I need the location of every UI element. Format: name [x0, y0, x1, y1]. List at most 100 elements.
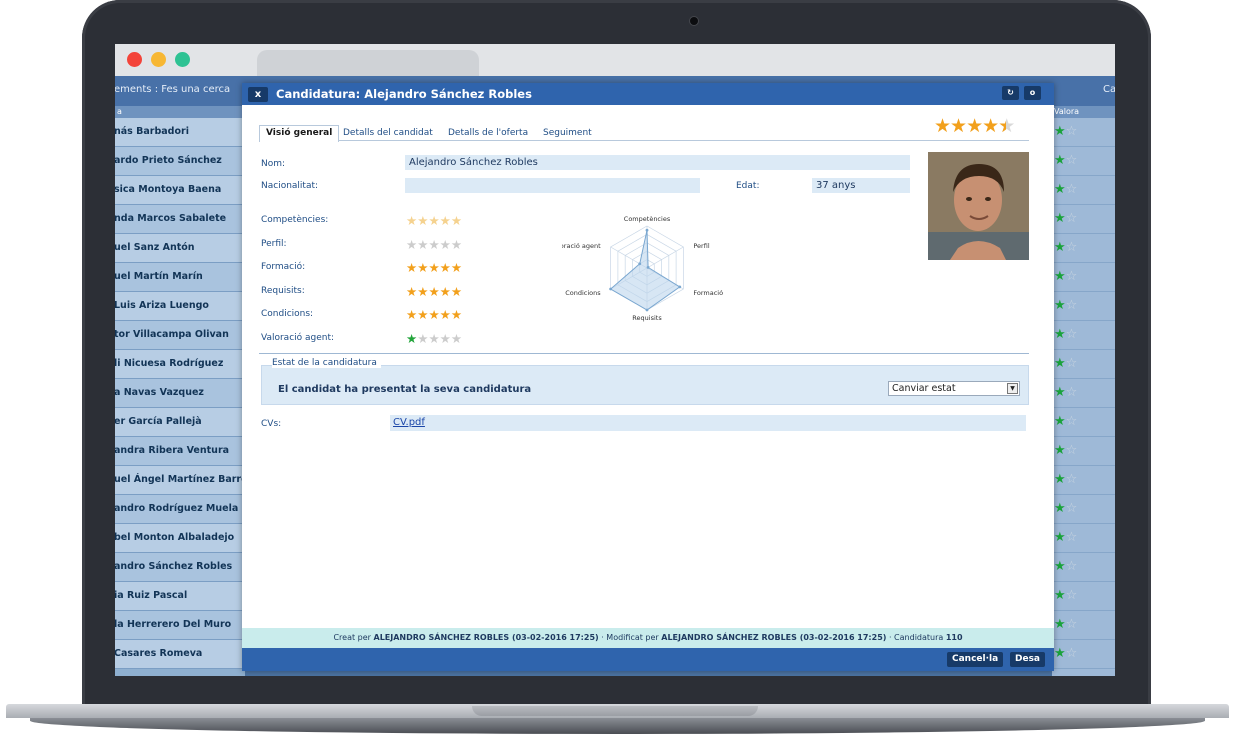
list-item[interactable]: andro Rodríguez Muela [115, 495, 245, 524]
star-icon[interactable]: ☆ [1066, 124, 1078, 139]
star-icon[interactable]: ★ [1054, 559, 1066, 574]
rating-column-header[interactable]: Valora [1052, 106, 1115, 118]
star-icon[interactable]: ★ [428, 237, 439, 252]
star-icon[interactable]: ☆ [1066, 414, 1078, 429]
star-icon[interactable]: ★★ [998, 115, 1015, 137]
star-icon[interactable]: ☆ [1066, 530, 1078, 545]
row-rating[interactable]: ★☆ [1052, 379, 1115, 408]
star-icon[interactable]: ★ [428, 331, 439, 346]
star-icon[interactable]: ★ [982, 115, 999, 137]
star-icon[interactable]: ★ [440, 237, 451, 252]
row-rating[interactable]: ★☆ [1052, 495, 1115, 524]
row-rating[interactable]: ★☆ [1052, 234, 1115, 263]
tab-visio-general[interactable]: Visió general [259, 125, 340, 142]
list-item[interactable]: andro Sánchez Robles [115, 553, 245, 582]
rating-stars[interactable]: ★★★★★ [406, 331, 462, 346]
row-rating[interactable]: ★☆ [1052, 205, 1115, 234]
row-rating[interactable]: ★☆ [1052, 466, 1115, 495]
list-item[interactable]: Luis Ariza Luengo [115, 292, 245, 321]
star-icon[interactable]: ★ [934, 115, 951, 137]
nacionalitat-field[interactable] [405, 178, 700, 193]
row-rating[interactable]: ★☆ [1052, 147, 1115, 176]
star-icon[interactable]: ☆ [1066, 356, 1078, 371]
rating-stars[interactable]: ★★★★★ [406, 237, 462, 252]
star-icon[interactable]: ☆ [1066, 443, 1078, 458]
row-rating[interactable]: ★☆ [1052, 524, 1115, 553]
star-icon[interactable]: ☆ [1066, 588, 1078, 603]
list-item[interactable]: nda Marcos Sabalete [115, 205, 245, 234]
row-rating[interactable]: ★☆ [1052, 582, 1115, 611]
chevron-down-icon[interactable]: ▼ [1007, 383, 1018, 394]
star-icon[interactable]: ★ [1054, 443, 1066, 458]
star-icon[interactable]: ★ [1054, 414, 1066, 429]
browser-tab[interactable] [257, 50, 479, 76]
star-icon[interactable]: ★ [1054, 211, 1066, 226]
list-item[interactable]: uel Sanz Antón [115, 234, 245, 263]
star-icon[interactable]: ☆ [1066, 153, 1078, 168]
minimize-window-button[interactable] [151, 52, 166, 67]
row-rating[interactable]: ★☆ [1052, 408, 1115, 437]
cv-link[interactable]: CV.pdf [390, 415, 1026, 431]
list-item[interactable]: er García Pallejà [115, 408, 245, 437]
star-icon[interactable]: ★ [428, 307, 439, 322]
star-icon[interactable]: ☆ [1066, 269, 1078, 284]
star-icon[interactable]: ★ [1054, 298, 1066, 313]
list-item[interactable]: ia Ruiz Pascal [115, 582, 245, 611]
row-rating[interactable]: ★☆ [1052, 553, 1115, 582]
star-icon[interactable]: ☆ [1066, 501, 1078, 516]
star-icon[interactable]: ★ [417, 307, 428, 322]
star-icon[interactable]: ★ [451, 331, 462, 346]
star-icon[interactable]: ☆ [1066, 298, 1078, 313]
list-item[interactable]: sica Montoya Baena [115, 176, 245, 205]
star-icon[interactable]: ★ [1054, 646, 1066, 661]
star-icon[interactable]: ☆ [1066, 240, 1078, 255]
star-icon[interactable]: ★ [440, 284, 451, 299]
save-button[interactable]: Desa [1010, 652, 1046, 667]
star-icon[interactable]: ☆ [1066, 182, 1078, 197]
nom-field[interactable]: Alejandro Sánchez Robles [405, 155, 910, 170]
star-icon[interactable]: ★ [417, 260, 428, 275]
star-icon[interactable]: ★ [406, 284, 417, 299]
star-icon[interactable]: ★ [1054, 617, 1066, 632]
star-icon[interactable]: ☆ [1066, 327, 1078, 342]
star-icon[interactable]: ☆ [1066, 617, 1078, 632]
star-icon[interactable]: ★ [440, 307, 451, 322]
star-icon[interactable]: ★ [406, 331, 417, 346]
breadcrumb[interactable]: ements : Fes una cerca [115, 84, 230, 95]
tab-detalls-candidat[interactable]: Detalls del candidat [336, 125, 440, 141]
row-rating[interactable]: ★☆ [1052, 292, 1115, 321]
star-icon[interactable]: ★ [406, 260, 417, 275]
star-icon[interactable]: ★ [1054, 530, 1066, 545]
row-rating[interactable]: ★☆ [1052, 321, 1115, 350]
star-icon[interactable]: ★ [1054, 356, 1066, 371]
star-icon[interactable]: ★ [428, 284, 439, 299]
list-item[interactable]: uel Martín Marín [115, 263, 245, 292]
list-header[interactable]: a [115, 106, 245, 118]
list-item[interactable]: li Nicuesa Rodríguez [115, 350, 245, 379]
star-icon[interactable]: ★ [1054, 501, 1066, 516]
star-icon[interactable]: ★ [1054, 385, 1066, 400]
star-icon[interactable]: ★ [428, 260, 439, 275]
star-icon[interactable]: ★ [1054, 182, 1066, 197]
overall-rating[interactable]: ★★★★★★ [934, 115, 1015, 137]
rating-stars[interactable]: ★★★★★ [406, 284, 462, 299]
rating-stars[interactable]: ★★★★★ [406, 307, 462, 322]
list-item[interactable]: andra Ribera Ventura [115, 437, 245, 466]
star-icon[interactable]: ★ [1054, 588, 1066, 603]
tab-detalls-oferta[interactable]: Detalls de l'oferta [441, 125, 535, 141]
edat-field[interactable]: 37 anys [812, 178, 910, 193]
star-icon[interactable]: ★ [1054, 327, 1066, 342]
star-icon[interactable]: ★ [966, 115, 983, 137]
maximize-dialog-button[interactable]: o [1024, 86, 1041, 100]
star-icon[interactable]: ★ [440, 213, 451, 228]
star-icon[interactable]: ★ [440, 260, 451, 275]
canviar-estat-select[interactable]: Canviar estat ▼ [888, 381, 1020, 396]
list-item[interactable]: ardo Prieto Sánchez [115, 147, 245, 176]
row-rating[interactable]: ★☆ [1052, 640, 1115, 669]
row-rating[interactable]: ★☆ [1052, 118, 1115, 147]
row-rating[interactable]: ★☆ [1052, 263, 1115, 292]
rating-stars[interactable]: ★★★★★ [406, 260, 462, 275]
close-dialog-button[interactable]: x [248, 87, 268, 102]
list-item[interactable]: bel Monton Albaladejo [115, 524, 245, 553]
star-icon[interactable]: ★ [950, 115, 967, 137]
